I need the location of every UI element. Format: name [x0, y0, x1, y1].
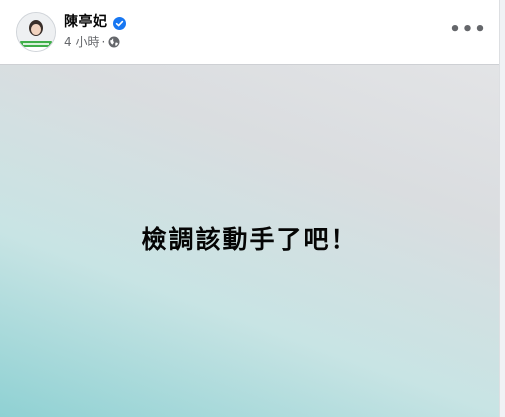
verified-badge-icon — [112, 15, 126, 30]
author-name-row: 陳亭妃 — [64, 11, 126, 31]
facebook-post: 陳亭妃 4 小時 · ••• 檢調該動手了吧！ — [0, 0, 500, 417]
globe-icon[interactable] — [108, 36, 120, 48]
more-options-icon: ••• — [449, 19, 487, 40]
post-header: 陳亭妃 4 小時 · ••• — [0, 0, 500, 64]
post-content-card: 檢調該動手了吧！ — [0, 64, 499, 417]
post-timestamp[interactable]: 4 小時 — [64, 33, 99, 50]
author-avatar[interactable] — [16, 12, 56, 52]
post-meta: 4 小時 · — [64, 33, 120, 50]
post-content-text: 檢調該動手了吧！ — [141, 225, 358, 254]
more-options-button[interactable]: ••• — [449, 16, 487, 44]
author-name[interactable]: 陳亭妃 — [64, 11, 108, 31]
meta-separator: · — [101, 34, 106, 49]
